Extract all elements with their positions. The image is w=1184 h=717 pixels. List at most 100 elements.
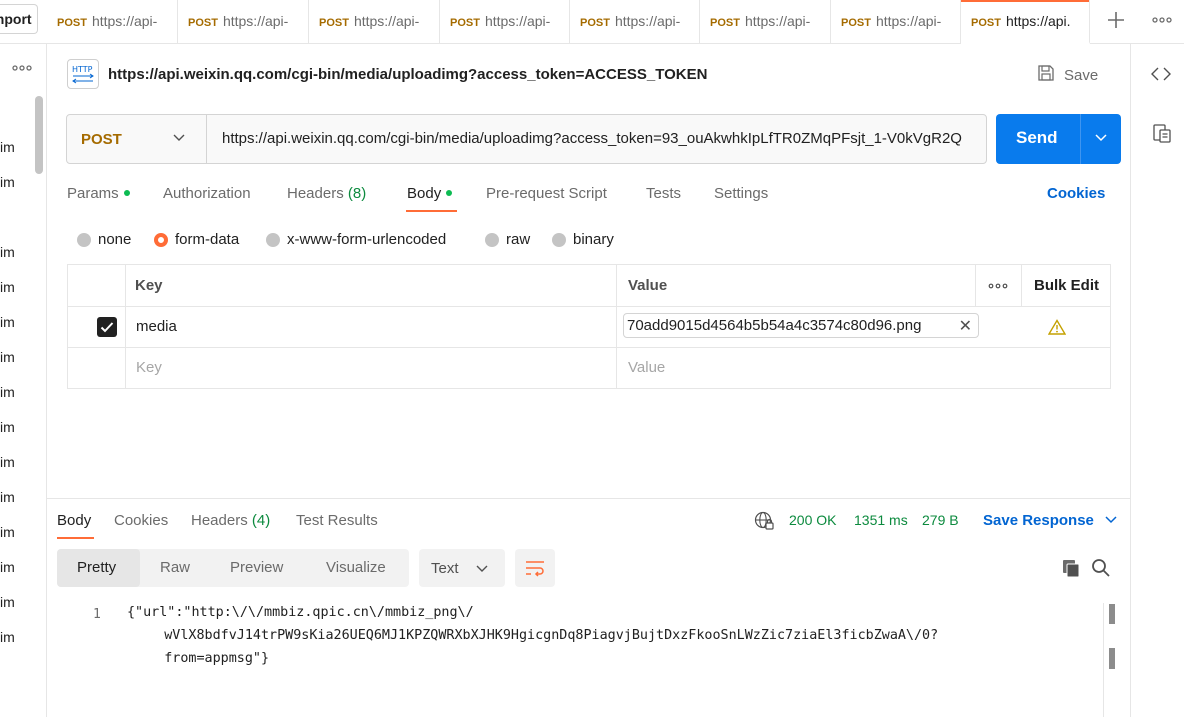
format-visualize[interactable]: Visualize bbox=[326, 559, 386, 576]
sidebar-item[interactable]: im bbox=[0, 454, 15, 470]
sidebar-item[interactable]: im bbox=[0, 314, 15, 330]
copy-icon[interactable] bbox=[1060, 557, 1082, 579]
search-icon[interactable] bbox=[1090, 557, 1112, 579]
chevron-down-icon[interactable] bbox=[171, 129, 187, 148]
divider bbox=[47, 498, 1130, 499]
more-horizontal-icon[interactable] bbox=[1150, 8, 1174, 32]
sidebar-item[interactable]: im bbox=[0, 559, 15, 575]
column-header-value: Value bbox=[628, 277, 668, 294]
response-tab-cookies[interactable]: Cookies bbox=[114, 512, 168, 529]
tab-body[interactable]: Body bbox=[407, 185, 453, 202]
sidebar-item[interactable]: im bbox=[0, 489, 15, 505]
row-checkbox[interactable] bbox=[97, 317, 117, 337]
radio-x-www-form-urlencoded[interactable]: x-www-form-urlencoded bbox=[266, 231, 446, 248]
sidebar-item[interactable]: im bbox=[0, 174, 15, 190]
file-chip[interactable]: 70add9015d4564b5b54a4c3574c80d96.png ✕ bbox=[623, 313, 979, 338]
tab-settings[interactable]: Settings bbox=[714, 185, 768, 202]
request-tab[interactable]: POST https://api- bbox=[47, 0, 178, 44]
right-rail bbox=[1130, 44, 1184, 717]
import-button[interactable]: Import bbox=[0, 4, 38, 34]
tab-tests[interactable]: Tests bbox=[646, 185, 681, 202]
request-tab[interactable]: POST https://api- bbox=[309, 0, 440, 44]
radio-form-data[interactable]: form-data bbox=[154, 231, 239, 248]
warning-icon[interactable] bbox=[1047, 319, 1067, 339]
format-raw[interactable]: Raw bbox=[160, 559, 190, 576]
save-label: Save bbox=[1064, 66, 1099, 84]
method-select[interactable]: POST bbox=[81, 131, 122, 148]
sidebar-item[interactable]: im bbox=[0, 279, 15, 295]
http-icon: HTTP bbox=[67, 59, 99, 89]
request-tab[interactable]: POST https://api- bbox=[440, 0, 570, 44]
key-input[interactable]: Key bbox=[136, 359, 162, 376]
format-tabs: Pretty Raw Preview Visualize bbox=[57, 549, 409, 587]
radio-binary[interactable]: binary bbox=[552, 231, 614, 248]
cookies-link[interactable]: Cookies bbox=[1047, 185, 1105, 202]
tab-headers[interactable]: Headers (8) bbox=[287, 185, 366, 202]
code-line: {"url":"http:\/\/mmbiz.qpic.cn\/mmbiz_pn… bbox=[127, 605, 474, 620]
more-horizontal-icon[interactable] bbox=[10, 60, 34, 76]
format-preview[interactable]: Preview bbox=[230, 559, 283, 576]
response-type-select[interactable]: Text bbox=[419, 549, 505, 587]
wrap-lines-button[interactable] bbox=[515, 549, 555, 587]
response-tab-headers[interactable]: Headers (4) bbox=[191, 512, 270, 529]
url-input[interactable]: https://api.weixin.qq.com/cgi-bin/media/… bbox=[222, 130, 977, 147]
request-tab[interactable]: POST https://api- bbox=[700, 0, 831, 44]
request-tab[interactable]: POST https://api- bbox=[831, 0, 961, 44]
save-response-button[interactable]: Save Response bbox=[983, 512, 1118, 529]
radio-none[interactable]: none bbox=[77, 231, 131, 248]
close-icon[interactable]: ✕ bbox=[959, 316, 972, 336]
sidebar-item[interactable]: im bbox=[0, 244, 15, 260]
chevron-down-icon bbox=[475, 561, 489, 578]
code-line: from=appmsg"} bbox=[132, 651, 270, 666]
response-tab-body[interactable]: Body bbox=[57, 512, 91, 529]
format-pretty[interactable]: Pretty bbox=[77, 559, 116, 576]
save-icon bbox=[1036, 63, 1056, 87]
file-name: 70add9015d4564b5b54a4c3574c80d96.png bbox=[627, 317, 922, 334]
check-icon bbox=[100, 322, 114, 333]
request-title[interactable]: https://api.weixin.qq.com/cgi-bin/media/… bbox=[108, 66, 707, 83]
line-number: 1 bbox=[93, 607, 101, 622]
value-input[interactable]: Value bbox=[628, 359, 665, 376]
response-time[interactable]: 1351 ms bbox=[854, 512, 908, 528]
request-tab-active[interactable]: POST https://api. bbox=[961, 0, 1090, 44]
wrap-icon bbox=[526, 561, 544, 577]
scrollbar-thumb[interactable] bbox=[1109, 648, 1115, 669]
status-code[interactable]: 200 OK bbox=[789, 512, 836, 528]
documentation-icon[interactable] bbox=[1151, 123, 1173, 145]
sidebar-item[interactable]: im bbox=[0, 594, 15, 610]
chevron-down-icon[interactable] bbox=[1093, 129, 1109, 148]
type-label: Text bbox=[431, 560, 459, 577]
globe-lock-icon[interactable] bbox=[753, 510, 775, 532]
sidebar-item[interactable]: im bbox=[0, 384, 15, 400]
send-label: Send bbox=[1016, 128, 1058, 147]
tab-params[interactable]: Params bbox=[67, 185, 130, 202]
save-button[interactable]: Save bbox=[1036, 62, 1098, 88]
active-tab-indicator bbox=[57, 537, 94, 539]
sidebar-item[interactable]: im bbox=[0, 524, 15, 540]
bulk-edit-button[interactable]: Bulk Edit bbox=[1034, 277, 1099, 294]
send-button[interactable]: Send bbox=[996, 114, 1121, 164]
divider bbox=[206, 115, 207, 163]
radio-raw[interactable]: raw bbox=[485, 231, 530, 248]
request-tab[interactable]: POST https://api- bbox=[178, 0, 309, 44]
plus-icon[interactable] bbox=[1104, 8, 1128, 32]
svg-text:HTTP: HTTP bbox=[72, 65, 93, 74]
response-tab-test-results[interactable]: Test Results bbox=[296, 512, 378, 529]
code-icon[interactable] bbox=[1150, 63, 1172, 85]
sidebar-item[interactable]: im bbox=[0, 629, 15, 645]
active-tab-indicator bbox=[406, 210, 457, 212]
sidebar-scrollbar[interactable] bbox=[35, 96, 43, 174]
tab-authorization[interactable]: Authorization bbox=[163, 185, 251, 202]
row-key[interactable]: media bbox=[136, 318, 177, 335]
sidebar-item[interactable]: im bbox=[0, 139, 15, 155]
sidebar-item[interactable]: im bbox=[0, 349, 15, 365]
code-line: wVlX8bdfvJ14trPW9sKia26UEQ6MJ1KPZQWRXbXJ… bbox=[132, 628, 939, 643]
request-tab[interactable]: POST https://api- bbox=[570, 0, 700, 44]
tab-prerequest-script[interactable]: Pre-request Script bbox=[486, 185, 607, 202]
scrollbar-thumb[interactable] bbox=[1109, 604, 1115, 624]
scrollbar-track bbox=[1103, 603, 1104, 717]
response-size[interactable]: 279 B bbox=[922, 512, 959, 528]
sidebar-item[interactable]: im bbox=[0, 419, 15, 435]
tab-bar: Import POSThttps://api- POSThttps://api-… bbox=[0, 0, 1184, 44]
more-horizontal-icon[interactable] bbox=[987, 279, 1009, 296]
